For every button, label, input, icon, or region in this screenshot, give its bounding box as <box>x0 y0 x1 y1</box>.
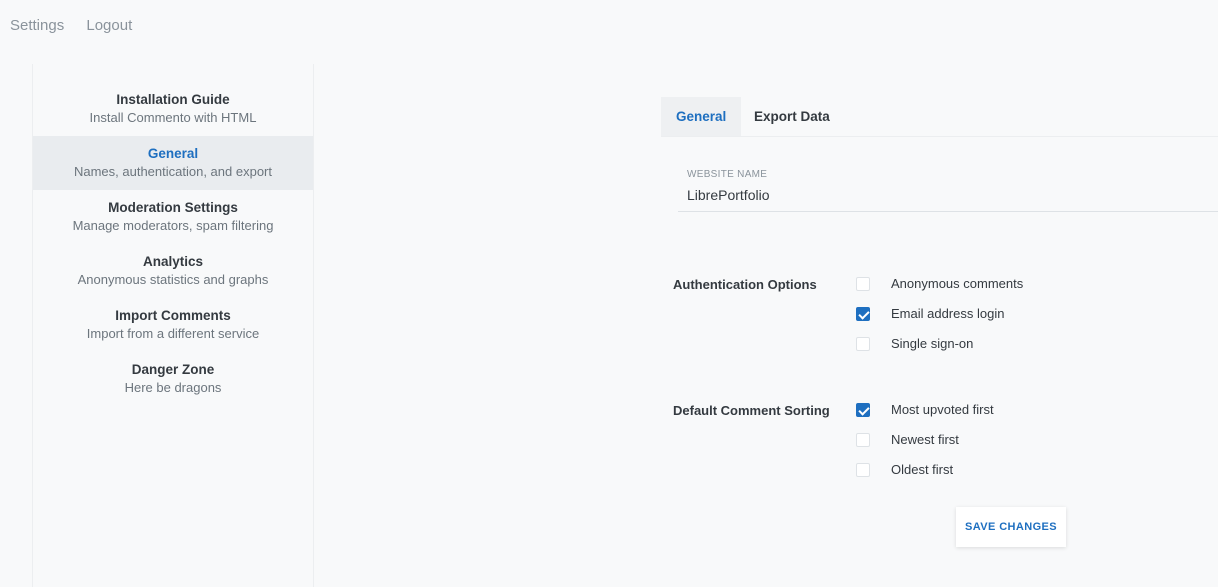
option-label: Newest first <box>891 432 959 447</box>
sidebar-item-title: General <box>147 146 199 161</box>
checkbox[interactable] <box>856 337 870 351</box>
sidebar-item-title: Moderation Settings <box>108 200 238 215</box>
sidebar-item-title: Installation Guide <box>116 92 230 107</box>
tab-export-data[interactable]: Export Data <box>739 97 845 136</box>
option-label: Most upvoted first <box>891 402 994 417</box>
checkbox[interactable] <box>856 463 870 477</box>
checkbox[interactable] <box>856 307 870 321</box>
checkbox[interactable] <box>856 277 870 291</box>
sidebar-item-moderation-settings[interactable]: Moderation Settings Manage moderators, s… <box>33 190 313 244</box>
option-label: Oldest first <box>891 462 954 477</box>
sidebar-item-desc: Names, authentication, and export <box>73 164 272 179</box>
logout-link[interactable]: Logout <box>86 17 132 34</box>
sidebar-item-title: Import Comments <box>115 308 231 323</box>
sidebar-item-general[interactable]: General Names, authentication, and expor… <box>33 136 313 190</box>
website-name-input[interactable] <box>687 187 1207 203</box>
top-nav: Settings Logout <box>10 17 150 34</box>
option-label: Email address login <box>891 306 1005 321</box>
sidebar-item-danger-zone[interactable]: Danger Zone Here be dragons <box>33 352 313 406</box>
option-label: Single sign-on <box>891 336 974 351</box>
sidebar-item-desc: Here be dragons <box>124 380 222 395</box>
settings-link[interactable]: Settings <box>10 17 64 34</box>
sidebar-item-installation-guide[interactable]: Installation Guide Install Commento with… <box>33 82 313 136</box>
sidebar-item-desc: Install Commento with HTML <box>89 110 257 125</box>
sidebar: Installation Guide Install Commento with… <box>32 64 314 587</box>
website-name-label: WEBSITE NAME <box>687 169 768 180</box>
authentication-options-label: Authentication Options <box>673 277 817 292</box>
checkbox[interactable] <box>856 433 870 447</box>
website-name-field: WEBSITE NAME <box>678 167 1218 212</box>
sidebar-item-desc: Manage moderators, spam filtering <box>72 218 274 233</box>
sidebar-item-title: Analytics <box>142 254 204 269</box>
option-label: Anonymous comments <box>891 276 1024 291</box>
default-comment-sorting-label: Default Comment Sorting <box>673 403 830 418</box>
sidebar-item-title: Danger Zone <box>131 362 215 377</box>
sidebar-item-analytics[interactable]: Analytics Anonymous statistics and graph… <box>33 244 313 298</box>
tab-bar: General Export Data <box>661 97 1218 137</box>
save-changes-button[interactable]: SAVE CHANGES <box>956 507 1066 547</box>
sidebar-item-desc: Anonymous statistics and graphs <box>77 272 269 287</box>
sidebar-item-import-comments[interactable]: Import Comments Import from a different … <box>33 298 313 352</box>
tab-general[interactable]: General <box>661 97 742 136</box>
checkbox[interactable] <box>856 403 870 417</box>
sidebar-item-desc: Import from a different service <box>86 326 260 341</box>
